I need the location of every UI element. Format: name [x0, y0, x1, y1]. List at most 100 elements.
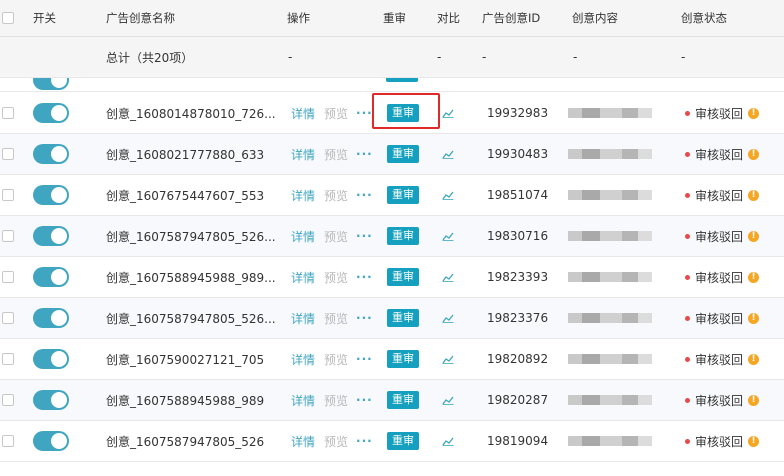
row-switch-toggle[interactable]: [33, 267, 69, 287]
row-switch-toggle[interactable]: [33, 308, 69, 328]
info-icon[interactable]: !: [748, 435, 760, 447]
details-link[interactable]: 详情: [291, 392, 315, 409]
status-dot-icon: [685, 192, 690, 198]
row-switch-toggle[interactable]: [33, 431, 69, 451]
review-button[interactable]: 重审: [387, 309, 419, 327]
compare-chart-icon[interactable]: [442, 395, 454, 405]
more-button[interactable]: ···: [356, 393, 373, 407]
more-button[interactable]: ···: [356, 188, 373, 202]
col-name-header[interactable]: 广告创意名称: [106, 0, 175, 36]
preview-link[interactable]: 预览: [324, 433, 348, 450]
info-icon[interactable]: !: [748, 189, 760, 201]
status-dot-icon: [685, 274, 690, 280]
info-icon[interactable]: !: [748, 353, 760, 365]
more-button[interactable]: ···: [356, 311, 373, 325]
details-link[interactable]: 详情: [291, 228, 315, 245]
details-link[interactable]: 详情: [291, 433, 315, 450]
row-switch-toggle[interactable]: [33, 226, 69, 246]
creative-name[interactable]: 创意_1607587947805_526...: [106, 298, 276, 338]
row-checkbox[interactable]: [2, 148, 14, 160]
review-button[interactable]: 重审: [387, 350, 419, 368]
row-checkbox[interactable]: [2, 189, 14, 201]
more-button[interactable]: ···: [356, 229, 373, 243]
info-icon[interactable]: !: [748, 394, 760, 406]
row-checkbox[interactable]: [2, 435, 14, 447]
row-switch-toggle[interactable]: [33, 185, 69, 205]
info-icon[interactable]: !: [748, 107, 760, 119]
creative-name[interactable]: 创意_1608014878010_726...: [106, 93, 276, 133]
preview-link[interactable]: 预览: [324, 269, 348, 286]
creative-name[interactable]: 创意_1607588945988_989: [106, 380, 264, 420]
row-switch-toggle[interactable]: [33, 349, 69, 369]
row-checkbox[interactable]: [2, 394, 14, 406]
info-icon[interactable]: !: [748, 230, 760, 242]
creative-content-blurred: [568, 354, 652, 364]
preview-link[interactable]: 预览: [324, 392, 348, 409]
col-content-header: 创意内容: [572, 11, 618, 25]
compare-chart-icon[interactable]: [442, 190, 454, 200]
more-button[interactable]: ···: [356, 147, 373, 161]
compare-chart-icon[interactable]: [442, 272, 454, 282]
row-checkbox[interactable]: [2, 312, 14, 324]
creative-name[interactable]: 创意_1607590027121_705: [106, 339, 264, 379]
review-button[interactable]: 重审: [387, 186, 419, 204]
review-button[interactable]: 重审: [387, 432, 419, 450]
summary-row: 总计（共20项） - - - - -: [0, 37, 784, 78]
creative-status: 审核驳回: [695, 229, 744, 244]
compare-chart-icon[interactable]: [442, 231, 454, 241]
compare-chart-icon[interactable]: [442, 354, 454, 364]
row-checkbox[interactable]: [2, 271, 14, 283]
compare-chart-icon[interactable]: [442, 436, 454, 446]
creative-id: 19851074: [487, 188, 549, 202]
creative-name[interactable]: 创意_1608021777880_633: [106, 134, 264, 174]
row-checkbox[interactable]: [2, 107, 14, 119]
more-button[interactable]: ···: [356, 270, 373, 284]
more-button[interactable]: ···: [356, 352, 373, 366]
info-icon[interactable]: !: [748, 312, 760, 324]
row-checkbox[interactable]: [2, 230, 14, 242]
info-icon[interactable]: !: [748, 271, 760, 283]
status-dot-icon: [685, 110, 690, 116]
details-link[interactable]: 详情: [291, 351, 315, 368]
row-checkbox[interactable]: [2, 353, 14, 365]
status-dot-icon: [685, 233, 690, 239]
compare-chart-icon[interactable]: [442, 313, 454, 323]
creative-name[interactable]: 创意_1607587947805_526: [106, 421, 264, 461]
compare-chart-icon[interactable]: [442, 108, 454, 118]
col-id-header[interactable]: 广告创意ID: [482, 0, 540, 36]
row-switch-toggle[interactable]: [33, 144, 69, 164]
status-dot-icon: [685, 315, 690, 321]
review-button[interactable]: 重审: [387, 268, 419, 286]
table-row: 创意_1608021777880_633 详情 预览 ··· 重审 199304…: [0, 134, 784, 175]
compare-chart-icon[interactable]: [442, 149, 454, 159]
creative-name[interactable]: 创意_1607587947805_526...: [106, 216, 276, 256]
preview-link[interactable]: 预览: [324, 146, 348, 163]
preview-link[interactable]: 预览: [324, 310, 348, 327]
review-button[interactable]: 重审: [387, 391, 419, 409]
creative-id: 19819094: [487, 434, 549, 448]
review-button[interactable]: 重审: [387, 145, 419, 163]
select-all-checkbox[interactable]: [2, 12, 14, 24]
preview-link[interactable]: 预览: [324, 105, 348, 122]
creative-name[interactable]: 创意_1607675447607_553: [106, 175, 264, 215]
row-switch-toggle[interactable]: [33, 390, 69, 410]
more-button[interactable]: ···: [356, 106, 373, 120]
preview-link[interactable]: 预览: [324, 228, 348, 245]
col-status-header[interactable]: 创意状态: [681, 0, 727, 36]
row-switch-toggle[interactable]: [33, 103, 69, 123]
col-review-header: 重审: [383, 11, 406, 25]
details-link[interactable]: 详情: [291, 310, 315, 327]
preview-link[interactable]: 预览: [324, 187, 348, 204]
info-icon[interactable]: !: [748, 148, 760, 160]
preview-link[interactable]: 预览: [324, 351, 348, 368]
status-dot-icon: [685, 438, 690, 444]
details-link[interactable]: 详情: [291, 269, 315, 286]
details-link[interactable]: 详情: [291, 187, 315, 204]
creative-status: 审核驳回: [695, 106, 744, 121]
details-link[interactable]: 详情: [291, 105, 315, 122]
creative-name[interactable]: 创意_1607588945988_989...: [106, 257, 276, 297]
details-link[interactable]: 详情: [291, 146, 315, 163]
review-button[interactable]: 重审: [387, 227, 419, 245]
table-row: 创意_1607590027121_705 详情 预览 ··· 重审 198208…: [0, 339, 784, 380]
more-button[interactable]: ···: [356, 434, 373, 448]
